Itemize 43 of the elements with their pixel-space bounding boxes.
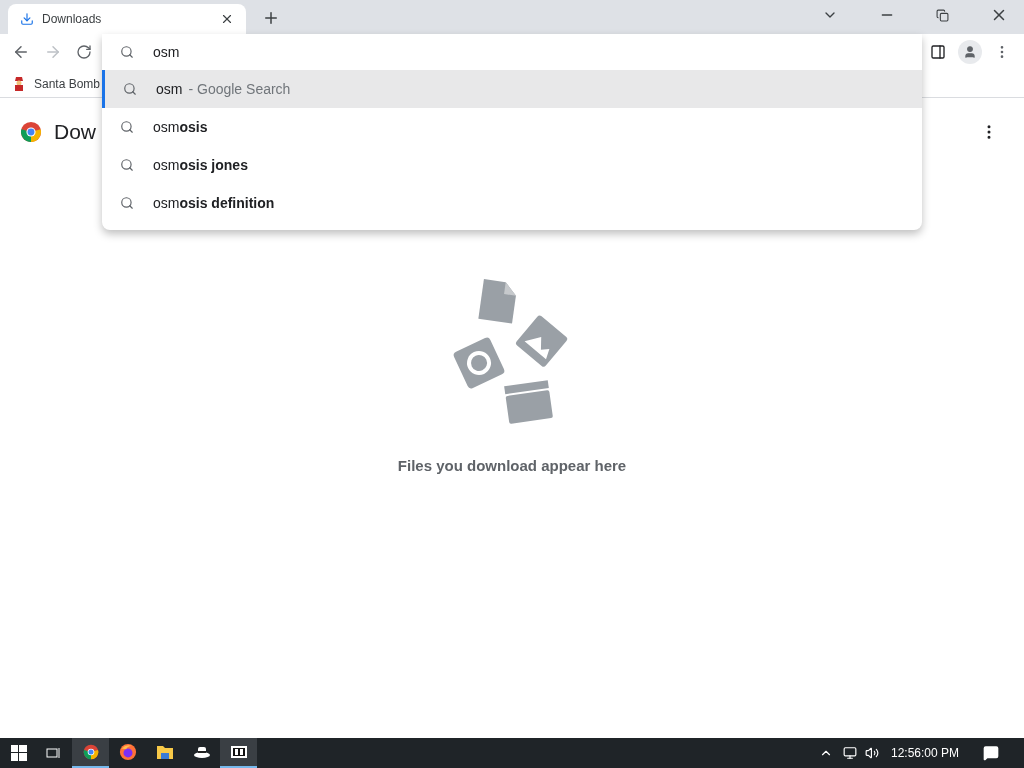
volume-icon[interactable]: [864, 746, 879, 760]
suggestion-item[interactable]: osm - Google Search: [102, 70, 922, 108]
suggestion-text: osmosis: [153, 117, 208, 137]
profile-avatar[interactable]: [958, 40, 982, 64]
restore-icon[interactable]: [936, 8, 949, 22]
hat-icon: [192, 745, 211, 759]
tab-title: Downloads: [42, 11, 103, 28]
empty-message: Files you download appear here: [397, 456, 627, 476]
windows-start-icon[interactable]: [11, 745, 27, 761]
suggestion-item[interactable]: osmosis definition: [102, 184, 922, 222]
search-icon: [120, 196, 134, 210]
chrome-icon: [82, 744, 99, 760]
network-icon[interactable]: [842, 746, 857, 760]
page-title: Dow: [54, 119, 96, 146]
suggestion-text: osm: [156, 79, 183, 99]
suggestion-item[interactable]: osmosis jones: [102, 146, 922, 184]
download-icon: [20, 12, 34, 26]
firefox-icon: [118, 743, 137, 761]
omnibox-input[interactable]: osm: [153, 41, 753, 63]
side-panel-icon[interactable]: [930, 44, 946, 60]
search-icon: [120, 45, 134, 59]
taskbar-app[interactable]: [220, 738, 257, 768]
close-icon[interactable]: [220, 12, 234, 26]
folder-icon: [155, 744, 174, 760]
bookmark-label[interactable]: Santa Bomb: [34, 74, 101, 93]
browser-tab[interactable]: Downloads: [8, 4, 246, 34]
archive-icon: [229, 745, 248, 759]
back-icon[interactable]: [12, 43, 30, 61]
chrome-logo-icon: [20, 121, 42, 143]
notifications-icon[interactable]: [983, 745, 999, 761]
new-tab-icon[interactable]: [262, 9, 280, 27]
suggestion-item[interactable]: osmosis: [102, 108, 922, 146]
suggestion-text: osmosis definition: [153, 193, 275, 213]
taskbar-app[interactable]: [72, 738, 109, 768]
search-icon: [123, 82, 137, 96]
suggestion-text: osmosis jones: [153, 155, 248, 175]
search-icon: [120, 120, 134, 134]
santa-icon: [12, 75, 26, 92]
suggestion-hint: - Google Search: [188, 79, 291, 99]
task-view-icon[interactable]: [46, 746, 62, 760]
reload-icon[interactable]: [76, 44, 92, 60]
clock[interactable]: 12:56:00 PM: [890, 744, 959, 762]
search-icon: [120, 158, 134, 172]
